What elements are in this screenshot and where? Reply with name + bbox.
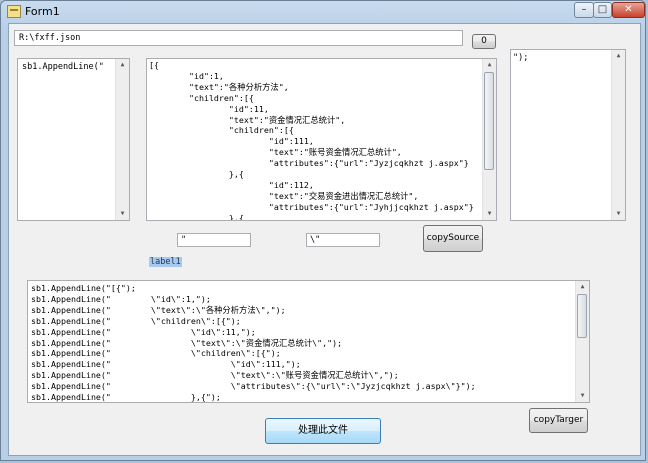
json-line: "text":"交易资金进出情况汇总统计", xyxy=(149,190,419,201)
scroll-up-icon[interactable]: ▲ xyxy=(612,50,625,62)
output-line: sb1.AppendLine(" \"id\":111,"); xyxy=(31,359,301,370)
close-button[interactable]: ✕ xyxy=(612,2,645,18)
prefix-textbox[interactable]: sb1.AppendLine(" ▲ ▼ xyxy=(17,58,130,221)
json-line: [{ xyxy=(149,60,159,70)
json-line: "text":"各种分析方法", xyxy=(149,81,289,92)
form-icon xyxy=(7,5,21,18)
json-source-text: [{ "id":1, "text":"各种分析方法", "children":[… xyxy=(147,59,496,221)
process-file-button[interactable]: 处理此文件 xyxy=(265,418,381,444)
suffix-text: "); xyxy=(513,53,529,63)
scroll-up-icon[interactable]: ▲ xyxy=(483,59,496,71)
output-line: sb1.AppendLine(" \"text\":\"各种分析方法\","); xyxy=(31,304,286,315)
json-line: "attributes":{"url":"Jyhjjcqkhzt j.aspx"… xyxy=(149,201,474,212)
suffix-scrollbar[interactable]: ▲ ▼ xyxy=(611,50,625,220)
json-source-scrollbar[interactable]: ▲ ▼ xyxy=(482,59,496,220)
scroll-down-icon[interactable]: ▼ xyxy=(612,208,625,220)
prefix-scrollbar[interactable]: ▲ ▼ xyxy=(115,59,129,220)
scroll-up-icon[interactable]: ▲ xyxy=(576,281,589,293)
output-line: sb1.AppendLine(" \"id\":1,"); xyxy=(31,293,211,304)
output-text: sb1.AppendLine("[{"); sb1.AppendLine(" \… xyxy=(28,281,589,403)
output-scrollbar[interactable]: ▲ ▼ xyxy=(575,281,589,402)
json-line: "children":[{ xyxy=(149,125,294,136)
scroll-thumb[interactable] xyxy=(577,294,587,338)
suffix-textbox[interactable]: "); ▲ ▼ xyxy=(510,49,626,221)
json-line: "id":111, xyxy=(149,136,314,147)
scroll-thumb[interactable] xyxy=(484,72,494,170)
output-line: sb1.AppendLine(" \"children\":[{"); xyxy=(31,348,281,359)
json-source-textbox[interactable]: [{ "id":1, "text":"各种分析方法", "children":[… xyxy=(146,58,497,221)
json-line: "id":112, xyxy=(149,179,314,190)
json-line: "id":11, xyxy=(149,103,269,114)
maximize-button[interactable]: □ xyxy=(593,2,612,18)
scroll-down-icon[interactable]: ▼ xyxy=(576,390,589,402)
json-line: "attributes":{"url":"Jyzjcqkhzt j.aspx"} xyxy=(149,158,469,169)
output-line: sb1.AppendLine("[{"); xyxy=(31,283,136,293)
scroll-down-icon[interactable]: ▼ xyxy=(483,208,496,220)
zero-button[interactable]: 0 xyxy=(472,34,496,49)
title-bar[interactable]: Form1 – □ ✕ xyxy=(1,1,647,23)
copy-targer-button[interactable]: copyTarger xyxy=(529,408,588,433)
output-line: sb1.AppendLine(" \"children\":[{"); xyxy=(31,315,241,326)
output-line: sb1.AppendLine(" \"id\":11,"); xyxy=(31,326,256,337)
copy-source-button[interactable]: copySource xyxy=(423,225,483,252)
output-line: sb1.AppendLine(" \"text\":\"资金情况汇总统计\","… xyxy=(31,337,343,348)
json-line: "id":1, xyxy=(149,70,224,81)
output-line: sb1.AppendLine(" },{"); xyxy=(31,392,221,403)
json-line: "text":"账号资金情况汇总统计", xyxy=(149,147,402,158)
json-line: },{ xyxy=(149,212,244,221)
file-path-input[interactable]: R:\fxff.json xyxy=(14,30,463,46)
output-line: sb1.AppendLine(" \"text\":\"账号资金情况汇总统计\"… xyxy=(31,370,399,381)
output-line: sb1.AppendLine(" \"attributes\":{\"url\"… xyxy=(31,381,476,392)
replace-from-input[interactable]: " xyxy=(177,233,251,247)
json-line: "text":"资金情况汇总统计", xyxy=(149,114,346,125)
window-title: Form1 xyxy=(25,5,60,18)
form-client-area: R:\fxff.json 0 sb1.AppendLine(" ▲ ▼ [{ "… xyxy=(8,23,641,456)
replace-to-input[interactable]: \" xyxy=(306,233,380,247)
output-textbox[interactable]: sb1.AppendLine("[{"); sb1.AppendLine(" \… xyxy=(27,280,590,403)
prefix-text: sb1.AppendLine(" xyxy=(22,62,104,72)
minimize-button[interactable]: – xyxy=(574,2,594,18)
json-line: "children":[{ xyxy=(149,92,254,103)
label1: label1 xyxy=(149,257,182,267)
scroll-down-icon[interactable]: ▼ xyxy=(116,208,129,220)
scroll-up-icon[interactable]: ▲ xyxy=(116,59,129,71)
form1-window: Form1 – □ ✕ R:\fxff.json 0 sb1.AppendLin… xyxy=(0,0,646,461)
json-line: },{ xyxy=(149,169,244,180)
